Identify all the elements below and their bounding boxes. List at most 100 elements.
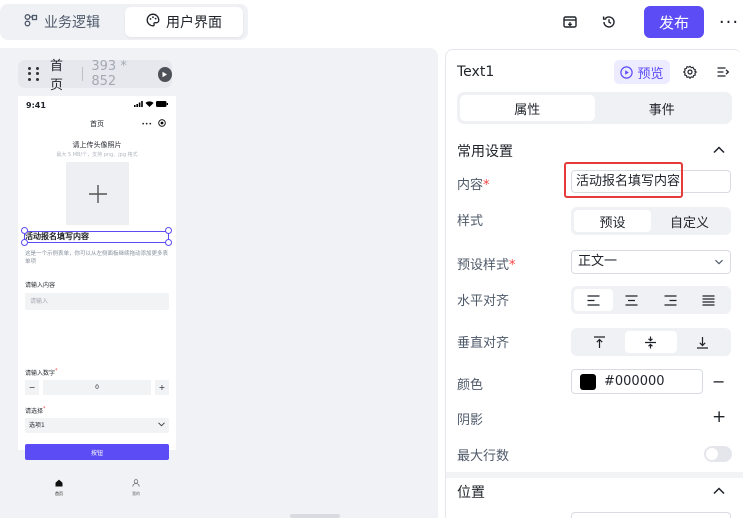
chevron-down-icon [158,422,165,427]
resize-handle-bottom-right[interactable] [165,239,172,246]
preview-label: 预览 [637,66,664,82]
upload-hint: 最大 5 MB/个，支持 png、jpg 格式 [56,152,138,158]
properties-panel: Text1 预览 属性 事件 常用设置 内容* 活动报名填写内容 样式 预设 自… [445,49,743,518]
vertical-align-group [571,328,731,356]
upload-box[interactable] [66,162,129,225]
align-middle-icon[interactable] [625,331,677,353]
tab-business-logic[interactable]: 业务逻辑 [3,7,121,37]
home-icon [55,479,63,487]
align-justify-icon[interactable] [690,289,729,311]
settings-gear-icon[interactable] [680,62,700,82]
color-label: 颜色 [457,378,484,393]
stepper-plus-button[interactable]: + [155,380,169,395]
phone-status-bar: 9:41 [18,96,176,112]
vertical-align-label: 垂直对齐 [457,336,510,351]
preset-style-label: 预设样式* [457,258,516,273]
canvas-scrollbar[interactable] [290,514,340,518]
collapse-panel-icon[interactable] [713,62,733,82]
panel-tabs: 属性 事件 [457,92,732,124]
shadow-label: 阴影 [457,413,484,428]
page-chip[interactable]: 首页 393 * 852 [18,59,172,93]
logic-nodes-icon [24,13,44,31]
resize-handle-top-left[interactable] [21,227,28,234]
selected-text-component[interactable]: 活动报名填写内容 [24,231,169,243]
target-icon[interactable] [158,119,166,129]
style-label: 样式 [457,214,484,229]
resize-handle-bottom-left[interactable] [21,239,28,246]
horizontal-align-group [571,286,731,314]
section-divider [446,472,743,478]
highlight-box [564,162,683,198]
page-size: 393 * 852 [91,59,127,89]
save-version-icon[interactable] [558,10,582,34]
select-value: 选项1 [29,422,45,429]
drag-handle-icon[interactable] [28,67,40,81]
phone-tab-bar: 首页 我的 [18,472,176,497]
tab-events[interactable]: 事件 [595,95,730,121]
mini-program-capsule[interactable]: ••• [141,119,166,129]
more-dots-icon[interactable]: ••• [141,121,152,128]
input-label: 请输入内容 [25,282,56,289]
palette-icon [146,13,166,31]
stepper-minus-button[interactable]: − [25,380,39,395]
align-top-icon[interactable] [574,331,625,353]
tab-properties[interactable]: 属性 [460,95,595,121]
more-menu-icon[interactable]: ··· [718,8,740,36]
phone-nav-bar: 首页 ••• [18,116,176,134]
chevron-up-icon[interactable] [711,483,727,499]
chip-divider [82,67,84,81]
stepper-value[interactable]: 0 [43,380,151,395]
color-value: #000000 [604,374,665,389]
tab-user-interface-label: 用户界面 [166,15,222,31]
position-type-field[interactable] [571,512,731,518]
phone-preview: 9:41 首页 ••• 请上传头像照片 最大 5 MB/个，支持 png、jpg… [18,96,176,496]
style-option-preset[interactable]: 预设 [574,210,651,232]
align-center-icon[interactable] [613,289,652,311]
remove-color-button[interactable]: − [712,372,725,391]
style-option-custom[interactable]: 自定义 [651,210,728,232]
chevron-down-icon [715,259,723,265]
user-icon [132,479,140,487]
tabbar-mine-label: 我的 [132,491,140,496]
signal-icon [134,101,143,107]
page-name: 首页 [50,59,64,93]
text-input[interactable]: 请输入 [25,293,169,310]
add-shadow-button[interactable]: + [712,407,726,427]
play-icon[interactable] [157,66,172,82]
align-bottom-icon[interactable] [677,331,728,353]
align-left-icon[interactable] [574,289,613,311]
submit-button[interactable]: 按钮 [25,444,169,460]
publish-button[interactable]: 发布 [644,6,704,38]
option-select[interactable]: 选项1 [25,418,169,433]
color-input[interactable]: #000000 [571,369,703,394]
section-position[interactable]: 位置 [457,482,485,502]
tabbar-item-mine[interactable]: 我的 [126,472,146,497]
preset-style-select[interactable]: 正文一 [571,250,731,274]
phone-time: 9:41 [26,101,46,110]
max-lines-toggle[interactable] [704,446,732,462]
section-common-settings[interactable]: 常用设置 [457,141,513,161]
mode-switcher: 业务逻辑 用户界面 [0,4,248,40]
toggle-knob [706,448,718,460]
battery-icon [156,101,168,107]
number-stepper[interactable]: − 0 + [25,380,169,395]
color-swatch[interactable] [580,373,596,390]
tab-user-interface[interactable]: 用户界面 [125,7,243,37]
chevron-up-icon[interactable] [711,142,727,158]
style-toggle: 预设 自定义 [571,207,731,235]
wifi-icon [145,101,154,107]
tabbar-item-home[interactable]: 首页 [49,472,69,497]
form-description: 这是一个示例表单，你可以从左侧面板继续拖动添加更多表单项 [25,251,169,265]
number-label: 请输入数字* [25,368,58,377]
align-right-icon[interactable] [651,289,690,311]
preview-button[interactable]: 预览 [614,60,670,84]
max-lines-label: 最大行数 [457,449,510,464]
content-label: 内容* [457,178,490,193]
upload-title: 请上传头像照片 [72,141,122,149]
horizontal-align-label: 水平对齐 [457,294,510,309]
tab-business-logic-label: 业务逻辑 [44,15,100,31]
resize-handle-top-right[interactable] [165,227,172,234]
tabbar-home-label: 首页 [55,491,63,496]
component-name: Text1 [457,64,495,80]
history-icon[interactable] [597,10,621,34]
